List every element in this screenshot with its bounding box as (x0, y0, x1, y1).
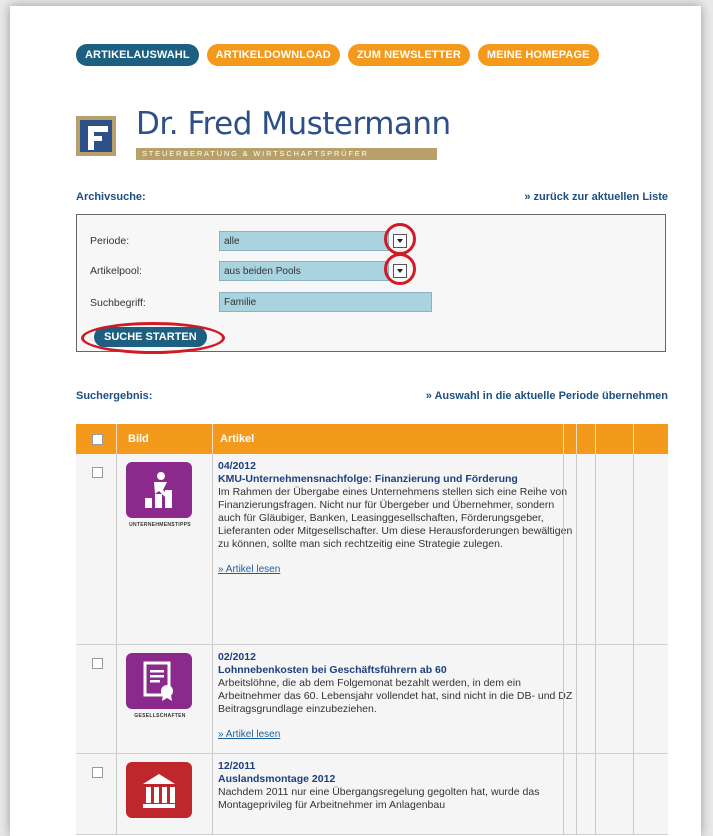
highlight-ring (81, 322, 225, 354)
periode-select[interactable]: alle (219, 231, 389, 251)
category-label: UNTERNEHMENSTIPPS (129, 522, 191, 528)
row-checkbox[interactable] (92, 464, 103, 482)
article-title[interactable]: Auslandsmontage 2012 (218, 773, 578, 786)
article-teaser: Im Rahmen der Übergabe eines Unternehmen… (218, 486, 573, 550)
read-article-link[interactable]: » Artikel lesen (218, 563, 578, 576)
periode-label: Periode: (90, 235, 130, 247)
table-header: Bild Artikel (76, 424, 668, 454)
tab-artikelauswahl[interactable]: ARTIKELAUSWAHL (76, 44, 199, 66)
tab-artikeldownload[interactable]: ARTIKELDOWNLOAD (206, 44, 340, 66)
results-header: Suchergebnis: » Auswahl in die aktuelle … (76, 390, 668, 402)
results-table: Bild Artikel UNTERNEHMENSTIPPS 04/2012 K… (76, 424, 668, 835)
pool-select[interactable]: aus beiden Pools (219, 261, 389, 281)
growth-chart-icon (145, 472, 172, 508)
search-term-input[interactable]: Familie (219, 292, 432, 312)
article-date: 02/2012 (218, 651, 256, 663)
newsletter-page: ARTIKELAUSWAHL ARTIKELDOWNLOAD ZUM NEWSL… (10, 6, 701, 836)
column-divider (595, 424, 596, 454)
column-divider (633, 424, 634, 454)
apply-selection-link[interactable]: » Auswahl in die aktuelle Periode überne… (426, 390, 668, 402)
column-divider (116, 424, 117, 454)
building-icon (143, 774, 175, 808)
article-entry: 04/2012 KMU-Unternehmensnachfolge: Finan… (218, 460, 578, 576)
column-divider (563, 424, 564, 454)
article-teaser: Nachdem 2011 nur eine Übergangsregelung … (218, 786, 540, 811)
column-divider (576, 424, 577, 454)
article-title[interactable]: Lohnnebenkosten bei Geschäftsführern ab … (218, 664, 578, 677)
article-teaser: Arbeitslöhne, die ab dem Folgemonat beza… (218, 677, 573, 715)
tab-homepage[interactable]: MEINE HOMEPAGE (477, 44, 599, 66)
logo-mark-icon (76, 116, 116, 156)
article-entry: 02/2012 Lohnnebenkosten bei Geschäftsfüh… (218, 651, 578, 741)
search-panel-body: Periode: alle Artikelpool: aus beiden Po… (77, 215, 665, 354)
article-date: 12/2011 (218, 760, 256, 772)
logo-subtitle: STEUERBERATUNG & WIRTSCHAFTSPRÜFER (136, 148, 437, 160)
article-date: 04/2012 (218, 460, 256, 472)
main-nav: ARTIKELAUSWAHL ARTIKELDOWNLOAD ZUM NEWSL… (76, 44, 599, 66)
table-row: UNTERNEHMENSTIPPS 04/2012 KMU-Unternehme… (76, 454, 668, 645)
article-thumbnail (126, 462, 192, 518)
column-divider (212, 424, 213, 454)
article-thumbnail (126, 762, 192, 818)
row-checkbox[interactable] (92, 655, 103, 673)
highlight-ring (384, 253, 416, 285)
table-row: GESELLSCHAFTEN 02/2012 Lohnnebenkosten b… (76, 645, 668, 754)
article-entry: 12/2011 Auslandsmontage 2012 Nachdem 201… (218, 760, 578, 812)
article-title[interactable]: KMU-Unternehmensnachfolge: Finanzierung … (218, 473, 578, 486)
select-all-checkbox[interactable] (92, 424, 103, 454)
archive-heading: Archivsuche: (76, 191, 146, 203)
column-article: Artikel (220, 433, 255, 445)
pool-label: Artikelpool: (90, 265, 142, 277)
archive-header: Archivsuche: » zurück zur aktuellen List… (76, 191, 668, 203)
results-heading: Suchergebnis: (76, 390, 153, 402)
table-row: 12/2011 Auslandsmontage 2012 Nachdem 201… (76, 754, 668, 835)
row-checkbox[interactable] (92, 764, 103, 782)
search-panel: Periode: alle Artikelpool: aus beiden Po… (76, 214, 666, 354)
logo-name: Dr. Fred Mustermann (136, 106, 451, 142)
term-label: Suchbegriff: (90, 297, 146, 309)
certificate-icon (143, 661, 173, 701)
read-article-link[interactable]: » Artikel lesen (218, 728, 578, 741)
article-thumbnail (126, 653, 192, 709)
tab-newsletter[interactable]: ZUM NEWSLETTER (347, 44, 470, 66)
highlight-ring (384, 223, 416, 255)
back-to-list-link[interactable]: » zurück zur aktuellen Liste (524, 191, 668, 203)
column-image: Bild (128, 433, 149, 445)
category-label: GESELLSCHAFTEN (134, 713, 186, 719)
